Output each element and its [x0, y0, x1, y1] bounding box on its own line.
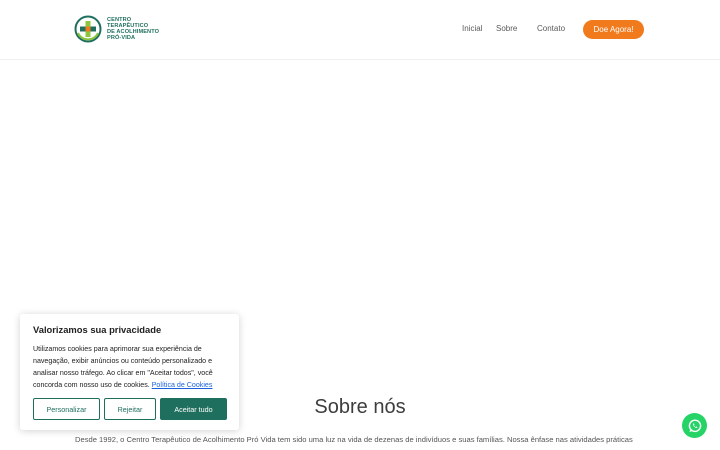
whatsapp-icon [688, 419, 701, 432]
logo-text: CENTRO TERAPÊUTICO DE ACOLHIMENTO PRÓ-VI… [107, 17, 159, 41]
site-header: CENTRO TERAPÊUTICO DE ACOLHIMENTO PRÓ-VI… [0, 0, 720, 60]
nav-link-contato[interactable]: Contato [537, 24, 565, 33]
nav-link-inicial[interactable]: Inicial [462, 24, 482, 33]
donate-button[interactable]: Doe Agora! [583, 20, 644, 39]
site-logo[interactable]: CENTRO TERAPÊUTICO DE ACOLHIMENTO PRÓ-VI… [74, 15, 159, 43]
nav-link-sobre[interactable]: Sobre [496, 24, 517, 33]
whatsapp-button[interactable] [682, 413, 707, 438]
about-text: Desde 1992, o Centro Terapêutico de Acol… [75, 435, 633, 444]
cookie-policy-link[interactable]: Política de Cookies [152, 381, 213, 389]
logo-line: PRÓ-VIDA [107, 35, 136, 41]
cookie-banner-text: Utilizamos cookies para aprimorar sua ex… [33, 343, 229, 391]
cookie-accept-all-button[interactable]: Aceitar tudo [160, 398, 227, 420]
cookie-banner-title: Valorizamos sua privacidade [33, 324, 162, 335]
cookie-reject-button[interactable]: Rejeitar [104, 398, 156, 420]
pro-vida-logo-icon [74, 15, 102, 43]
cookie-customize-button[interactable]: Personalizar [33, 398, 100, 420]
cookie-consent-banner: Valorizamos sua privacidade Utilizamos c… [20, 314, 239, 430]
